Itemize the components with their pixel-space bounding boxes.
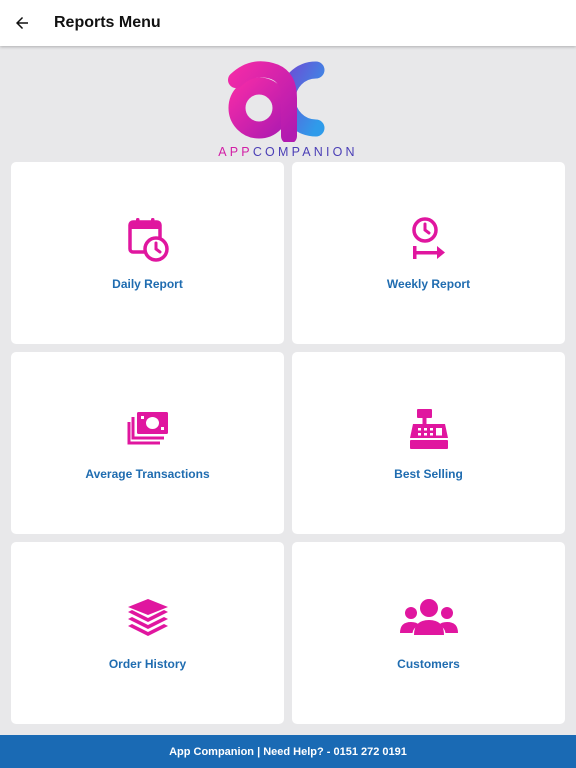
app-bar: Reports Menu bbox=[0, 0, 576, 46]
calendar-clock-icon bbox=[127, 218, 169, 262]
logo-text-app: APP bbox=[218, 145, 253, 159]
ac-logo-mark bbox=[228, 61, 325, 142]
money-stack-icon bbox=[127, 412, 168, 445]
cash-register-icon bbox=[409, 409, 448, 449]
logo-text-companion: COMPANION bbox=[252, 145, 358, 159]
best-selling-label: Best Selling bbox=[394, 467, 463, 481]
customers-label: Customers bbox=[397, 657, 460, 671]
layers-icon bbox=[127, 599, 168, 636]
weekly-report-label: Weekly Report bbox=[386, 277, 471, 291]
order-history-label: Order History bbox=[108, 657, 187, 671]
best-selling-card[interactable]: Best Selling bbox=[292, 352, 565, 534]
page-title: Reports Menu bbox=[54, 14, 161, 31]
daily-report-label: Daily Report bbox=[112, 277, 183, 291]
footer-help-text: App Companion | Need Help? - 0151 272 01… bbox=[169, 745, 407, 758]
daily-report-card[interactable]: Daily Report bbox=[11, 162, 284, 344]
weekly-report-card[interactable]: Weekly Report bbox=[292, 162, 565, 344]
average-transactions-card[interactable]: Average Transactions bbox=[11, 352, 284, 534]
reports-grid: Daily Report Weekly Report Average Trans… bbox=[11, 162, 565, 724]
back-button[interactable] bbox=[0, 0, 44, 46]
app-companion-logo: APPCOMPANION bbox=[0, 58, 576, 162]
footer-bar: App Companion | Need Help? - 0151 272 01… bbox=[0, 735, 576, 768]
arrow-left-icon bbox=[16, 17, 28, 29]
clock-arrow-icon bbox=[411, 217, 445, 259]
order-history-card[interactable]: Order History bbox=[11, 542, 284, 724]
average-transactions-label: Average Transactions bbox=[85, 467, 210, 481]
users-icon bbox=[399, 599, 458, 635]
customers-card[interactable]: Customers bbox=[292, 542, 565, 724]
logo-wordmark: APPCOMPANION bbox=[218, 145, 358, 159]
